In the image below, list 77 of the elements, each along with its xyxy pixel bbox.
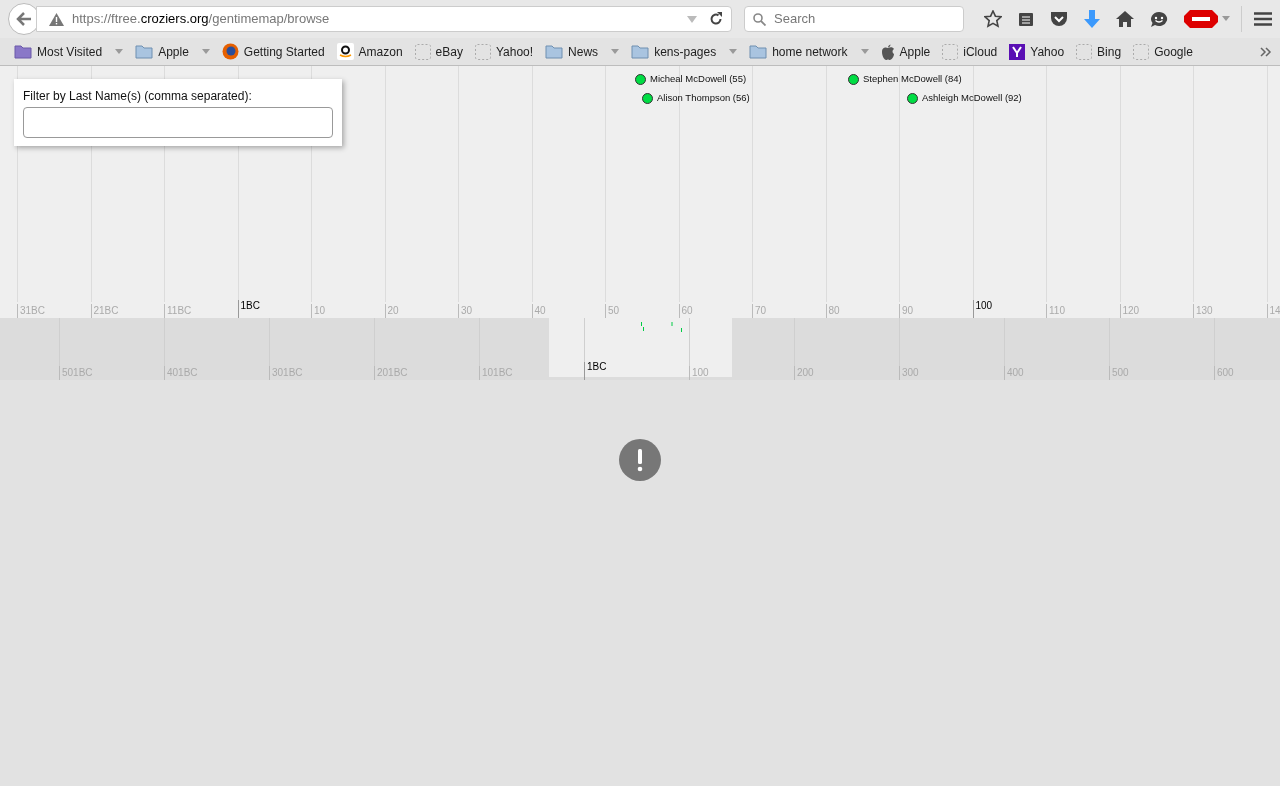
tick-label: 50 xyxy=(608,304,620,318)
alert-icon xyxy=(619,439,661,481)
filter-input[interactable] xyxy=(23,107,333,138)
folder-icon xyxy=(14,44,32,59)
list-icon[interactable] xyxy=(1018,11,1034,27)
blank-page-icon xyxy=(414,43,431,60)
tick-label: 100 xyxy=(692,366,709,380)
warning-icon xyxy=(49,12,64,26)
star-icon[interactable] xyxy=(984,10,1002,28)
tick-label: 21BC xyxy=(93,304,119,318)
home-icon[interactable] xyxy=(1116,11,1134,27)
search-icon xyxy=(753,12,766,26)
bookmark-item[interactable]: Yahoo xyxy=(1009,42,1065,61)
menu-icon[interactable] xyxy=(1254,12,1272,26)
bookmark-item[interactable]: Most Visited xyxy=(14,42,124,61)
tick-label: 30 xyxy=(461,304,473,318)
tick-label: 120 xyxy=(1122,304,1140,318)
bookmark-item[interactable]: Getting Started xyxy=(221,42,325,61)
search-input[interactable]: Search xyxy=(774,9,955,29)
blank-page-icon xyxy=(942,43,959,60)
tick-label: 70 xyxy=(755,304,767,318)
bookmark-item[interactable]: kens-pages xyxy=(631,42,738,61)
event-label[interactable]: Ashleigh McDowell (92) xyxy=(922,91,1022,106)
back-arrow-icon xyxy=(16,12,32,26)
bookmark-item[interactable]: News xyxy=(545,42,620,61)
tick-label: 110 xyxy=(1049,304,1065,318)
folder-icon xyxy=(631,44,650,59)
tick-label: 1BC xyxy=(240,299,260,313)
caret-icon xyxy=(860,49,869,54)
event-label[interactable]: Stephen McDowell (84) xyxy=(863,72,962,87)
tick-label: 90 xyxy=(902,304,914,318)
apple-icon xyxy=(880,43,895,60)
event-marks-drawing xyxy=(641,322,682,332)
bookmark-item[interactable]: eBay xyxy=(414,42,463,61)
bookmark-item[interactable]: Apple xyxy=(135,42,210,61)
bookmark-item[interactable]: Bing xyxy=(1076,42,1122,61)
tick-label: 11BC xyxy=(167,304,192,318)
adblock-icon[interactable] xyxy=(1184,10,1230,28)
caret-icon xyxy=(611,49,620,54)
pocket-icon[interactable] xyxy=(1050,11,1068,27)
bookmark-item[interactable]: Amazon xyxy=(336,42,403,61)
bookmark-item[interactable]: Apple xyxy=(880,42,931,61)
folder-icon xyxy=(135,44,154,59)
blank-page-icon xyxy=(474,43,491,60)
tick-label: 10 xyxy=(314,304,326,318)
chevron-icon[interactable] xyxy=(1260,46,1272,57)
folder-icon xyxy=(545,44,564,59)
caret-icon xyxy=(115,49,124,54)
letter-a-icon xyxy=(336,43,354,60)
tick-label: 14 xyxy=(1269,304,1280,318)
tick-label: 100 xyxy=(975,299,993,313)
tick-label: 1BC xyxy=(587,360,607,374)
bookmark-item[interactable]: Google xyxy=(1133,42,1193,61)
event-label[interactable]: Alison Thompson (56) xyxy=(657,91,750,106)
folder-icon xyxy=(749,44,768,59)
address-bar[interactable]: https://ftree.croziers.org/gentimemap/browse xyxy=(36,6,732,32)
search-field[interactable]: Search xyxy=(744,6,964,32)
tick-label: 31BC xyxy=(20,304,45,318)
tick-label: 60 xyxy=(681,304,693,318)
tick-label: 40 xyxy=(534,304,546,318)
smiley-icon[interactable] xyxy=(1150,10,1168,28)
letter-y-icon xyxy=(1009,43,1026,60)
url-text: https://ftree.croziers.org/gentimemap/browse xyxy=(72,10,330,29)
globe-icon xyxy=(221,43,239,60)
reload-icon[interactable] xyxy=(709,12,723,26)
tick-label: 130 xyxy=(1196,304,1213,318)
tick-label: 20 xyxy=(387,304,399,318)
caret-icon xyxy=(729,49,738,54)
caret-icon xyxy=(201,49,210,54)
filter-label: Filter by Last Name(s) (comma separated): xyxy=(23,88,253,105)
bookmark-item[interactable]: home network xyxy=(749,42,869,61)
tick-label: 80 xyxy=(828,304,840,318)
blank-page-icon xyxy=(1076,43,1093,60)
event-label[interactable]: Micheal McDowell (55) xyxy=(650,72,747,87)
bookmark-item[interactable]: iCloud xyxy=(942,42,998,61)
blank-page-icon xyxy=(1133,43,1150,60)
bookmark-item[interactable]: Yahoo! xyxy=(474,42,534,61)
